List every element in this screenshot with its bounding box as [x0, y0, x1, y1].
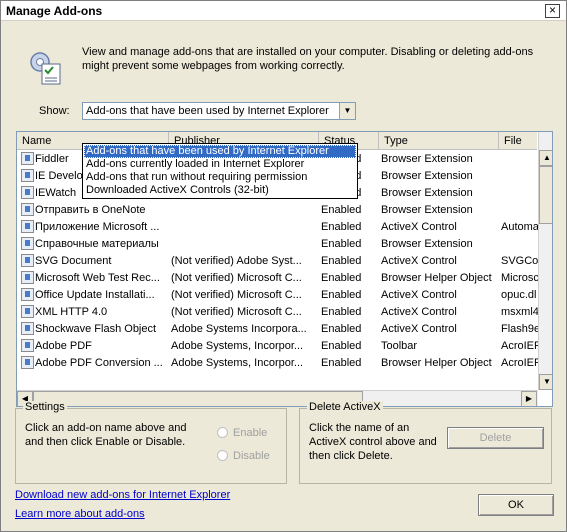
cell-type: Browser Extension	[381, 204, 473, 216]
cell-status: Enabled	[321, 221, 362, 233]
table-row[interactable]: Приложение Microsoft ... Enabled ActiveX C…	[17, 219, 539, 236]
cell-type: Browser Helper Object	[381, 357, 492, 369]
vertical-scrollbar[interactable]: ▲ ▼	[538, 132, 552, 390]
cell-type: Toolbar	[381, 340, 418, 352]
settings-title: Settings	[23, 401, 67, 413]
enable-label: Enable	[233, 427, 268, 439]
ok-button[interactable]: OK	[478, 494, 554, 516]
cell-name: SVG Document	[35, 255, 112, 267]
delete-button[interactable]: Delete	[447, 427, 544, 449]
enable-radio[interactable]: Enable	[217, 427, 267, 439]
cell-publisher: (Not verified) Microsoft C...	[171, 289, 302, 301]
table-row[interactable]: Adobe PDF Conversion ... Adobe Systems, I…	[17, 355, 539, 372]
dropdown-option-loaded[interactable]: Add-ons currently loaded in Internet Exp…	[84, 158, 356, 171]
settings-instructions: Click an add-on name above and and then …	[25, 422, 187, 448]
cell-type: ActiveX Control	[381, 323, 457, 335]
cell-status: Enabled	[321, 323, 362, 335]
cell-status: Enabled	[321, 255, 362, 267]
table-row[interactable]: SVG Document (Not verified) Adobe Syst...…	[17, 253, 539, 270]
learn-more-link[interactable]: Learn more about add-ons	[15, 508, 145, 520]
cell-type: ActiveX Control	[381, 306, 457, 318]
cell-name: Adobe PDF	[35, 340, 92, 352]
close-button[interactable]: ×	[545, 4, 560, 18]
show-filter-select[interactable]: Add-ons that have been used by Internet …	[82, 102, 356, 120]
cell-type: Browser Extension	[381, 170, 473, 182]
cell-file: AcroIEF	[501, 340, 539, 352]
cell-file: AcroIEF	[501, 357, 539, 369]
cell-name: Справочные материалы	[35, 238, 159, 250]
cell-name: Приложение Microsoft ...	[35, 221, 160, 233]
dialog-body: View and manage add-ons that are install…	[2, 22, 565, 531]
scroll-up-icon[interactable]: ▲	[539, 150, 552, 166]
manage-addons-window: Manage Add-ons × View and manage add-ons…	[0, 0, 567, 532]
horizontal-scrollbar[interactable]: ◀ ▶	[17, 390, 538, 406]
show-filter-value: Add-ons that have been used by Internet …	[86, 105, 329, 117]
cell-type: ActiveX Control	[381, 255, 457, 267]
cell-file: Microsc	[501, 272, 539, 284]
delete-activex-title: Delete ActiveX	[307, 401, 383, 413]
cell-status: Enabled	[321, 289, 362, 301]
cell-publisher: (Not verified) Microsoft C...	[171, 272, 302, 284]
cell-status: Enabled	[321, 204, 362, 216]
cell-status: Enabled	[321, 357, 362, 369]
cell-file: Automa	[501, 221, 539, 233]
scroll-right-icon[interactable]: ▶	[521, 391, 537, 406]
title-bar: Manage Add-ons ×	[1, 1, 566, 21]
dropdown-option-activex[interactable]: Downloaded ActiveX Controls (32-bit)	[84, 184, 356, 197]
table-row[interactable]: XML HTTP 4.0 (Not verified) Microsoft C..…	[17, 304, 539, 321]
header-description: View and manage add-ons that are install…	[82, 46, 534, 72]
scroll-down-icon[interactable]: ▼	[539, 374, 552, 390]
cell-file: Flash9e	[501, 323, 539, 335]
cell-publisher: (Not verified) Microsoft C...	[171, 306, 302, 318]
cell-name: XML HTTP 4.0	[35, 306, 108, 318]
table-row[interactable]: Microsoft Web Test Rec... (Not verified) …	[17, 270, 539, 287]
disable-radio[interactable]: Disable	[217, 450, 270, 462]
column-header-type[interactable]: Type	[379, 132, 499, 150]
cell-file: opuc.dl	[501, 289, 537, 301]
cell-publisher: (Not verified) Adobe Syst...	[171, 255, 302, 267]
radio-circle-icon	[217, 450, 228, 461]
table-row[interactable]: Shockwave Flash Object Adobe Systems Inco…	[17, 321, 539, 338]
radio-circle-icon	[217, 427, 228, 438]
cell-status: Enabled	[321, 272, 362, 284]
cell-publisher: Adobe Systems, Incorpor...	[171, 340, 304, 352]
table-row[interactable]: Отправить в OneNote Enabled Browser Extens…	[17, 202, 537, 219]
download-addons-link[interactable]: Download new add-ons for Internet Explor…	[15, 489, 230, 501]
show-label: Show:	[39, 105, 70, 117]
cell-file: msxml4	[501, 306, 539, 318]
table-row[interactable]: Office Update Installati... (Not verified…	[17, 287, 537, 304]
cell-name: Microsoft Web Test Rec...	[35, 272, 160, 284]
cell-name: Office Update Installati...	[35, 289, 155, 301]
chevron-down-icon[interactable]: ▼	[339, 103, 355, 119]
delete-activex-instructions: Click the name of an ActiveX control abo…	[309, 422, 437, 462]
column-header-file[interactable]: File	[499, 132, 539, 150]
cell-type: Browser Extension	[381, 238, 473, 250]
cell-name: Adobe PDF Conversion ...	[35, 357, 163, 369]
dropdown-option-used[interactable]: Add-ons that have been used by Internet …	[84, 145, 356, 158]
dropdown-option-no-permission[interactable]: Add-ons that run without requiring permi…	[84, 171, 356, 184]
cell-status: Enabled	[321, 340, 362, 352]
addons-gear-icon	[30, 52, 61, 85]
cell-status: Enabled	[321, 306, 362, 318]
cell-type: Browser Helper Object	[381, 272, 492, 284]
cell-status: Enabled	[321, 238, 362, 250]
vertical-scroll-thumb[interactable]	[539, 166, 552, 224]
cell-name: Shockwave Flash Object	[35, 323, 157, 335]
disable-label: Disable	[233, 450, 270, 462]
table-row[interactable]: Adobe PDF Adobe Systems, Incorpor... Enabl…	[17, 338, 539, 355]
cell-file: SVGCor	[501, 255, 539, 267]
cell-type: ActiveX Control	[381, 289, 457, 301]
cell-publisher: Adobe Systems Incorpora...	[171, 323, 307, 335]
table-row[interactable]: Справочные материалы Enabled Browser Exten…	[17, 236, 537, 253]
show-filter-dropdown: Add-ons that have been used by Internet …	[82, 143, 358, 199]
delete-activex-group: Delete ActiveX Click the name of an Acti…	[299, 401, 552, 484]
cell-name: Отправить в OneNote	[35, 204, 146, 216]
cell-publisher: Adobe Systems, Incorpor...	[171, 357, 304, 369]
cell-type: Browser Extension	[381, 153, 473, 165]
window-title: Manage Add-ons	[6, 4, 103, 18]
cell-type: ActiveX Control	[381, 221, 457, 233]
settings-group: Settings Click an add-on name above and …	[15, 401, 287, 484]
cell-type: Browser Extension	[381, 187, 473, 199]
